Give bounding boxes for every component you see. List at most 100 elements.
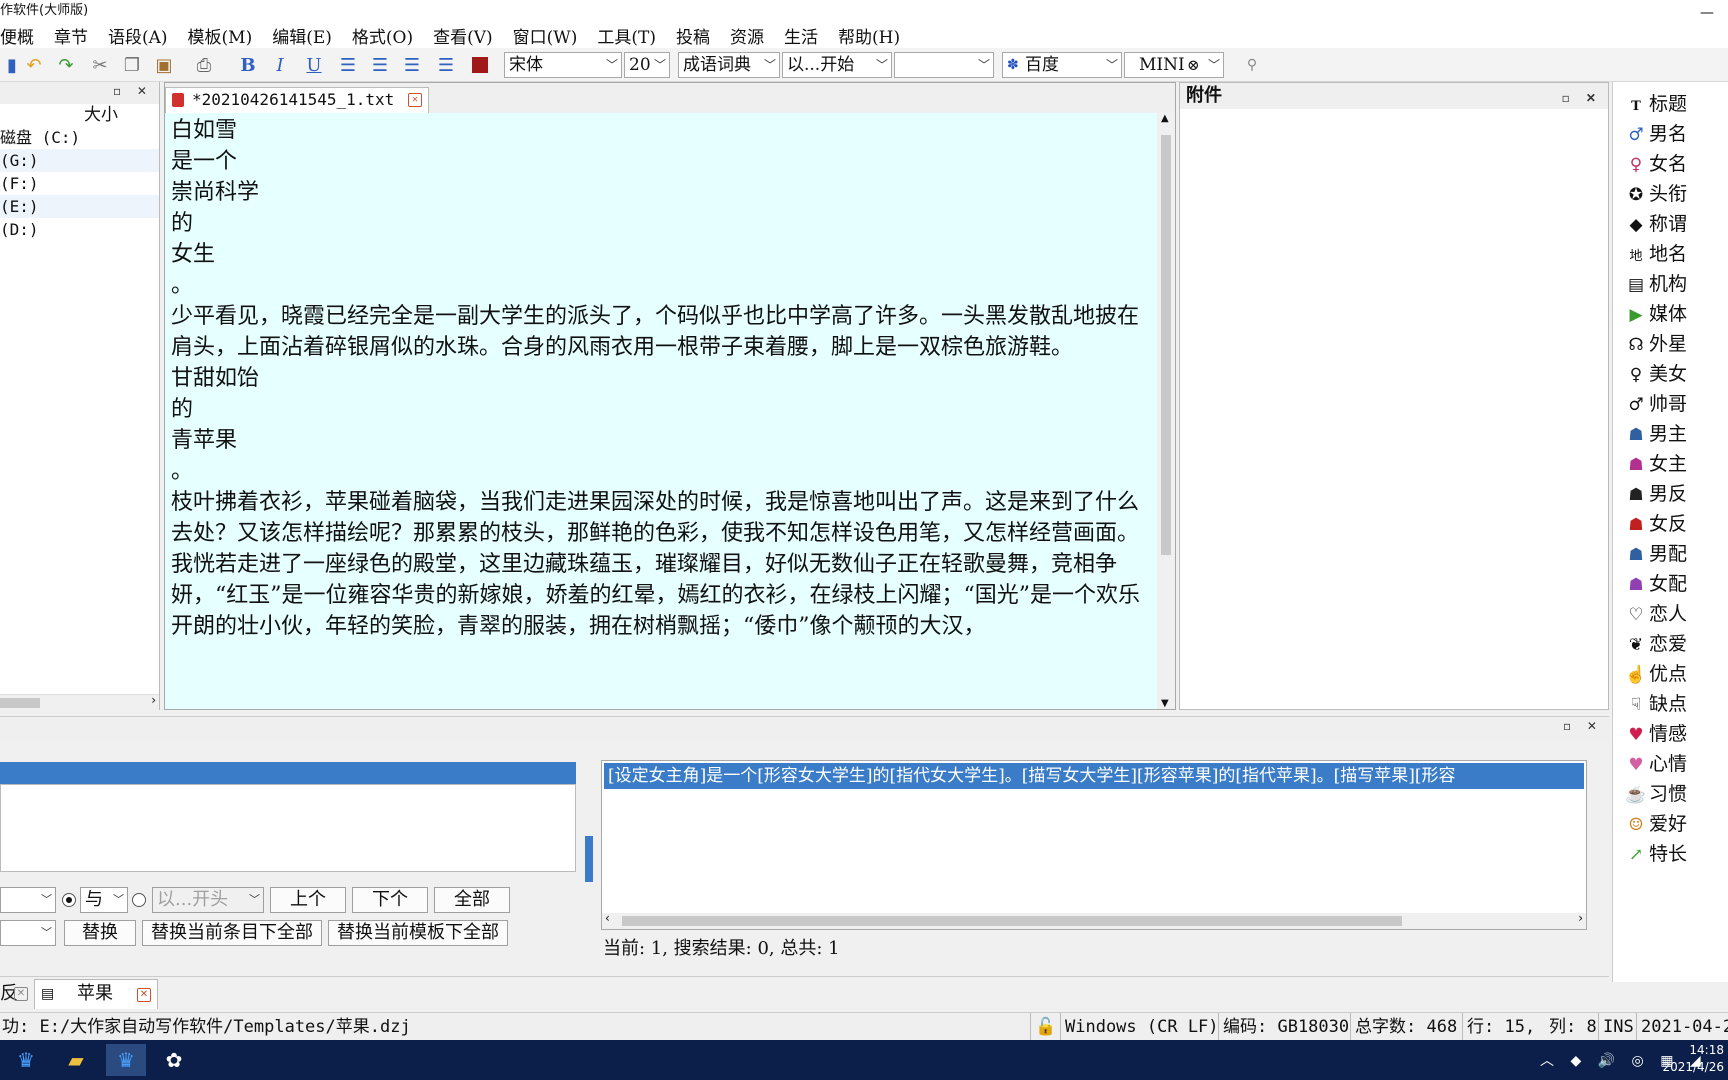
tag-item[interactable]: ♂ 帅哥 <box>1625 390 1687 418</box>
menu-item[interactable]: 资源 <box>720 23 774 48</box>
prev-button[interactable]: 上个 <box>270 887 346 913</box>
replace-template-all-button[interactable]: 替换当前模板下全部 <box>328 920 508 946</box>
scroll-thumb[interactable] <box>0 698 40 708</box>
menu-item[interactable]: 投稿 <box>666 23 720 48</box>
chevron-down-icon[interactable]: ▼ <box>1161 698 1169 709</box>
tag-item[interactable]: ☗ 男主 <box>1625 420 1687 448</box>
file-explorer-icon[interactable]: ▰ <box>56 1044 96 1076</box>
menu-item[interactable]: 帮助(H) <box>828 23 910 48</box>
tag-item[interactable]: ☺ 爱好 <box>1625 810 1687 838</box>
panel-controls[interactable]: ▫ ✕ <box>113 84 153 98</box>
chevron-right-icon[interactable]: › <box>151 693 156 707</box>
next-button[interactable]: 下个 <box>352 887 428 913</box>
panel-controls[interactable]: ▫ ✕ <box>1562 85 1602 111</box>
tag-item[interactable]: ♥ 情感 <box>1625 720 1687 748</box>
tag-item[interactable]: ✪ 头衔 <box>1625 180 1687 208</box>
panel-controls[interactable]: ▫ ✕ <box>1563 719 1603 733</box>
chevron-right-icon[interactable]: › <box>1578 911 1583 925</box>
replace-button[interactable]: 替换 <box>64 920 136 946</box>
menu-item[interactable]: 语段(A) <box>98 23 178 48</box>
size-select[interactable]: 20 ﹀ <box>624 52 670 78</box>
scroll-thumb[interactable] <box>622 916 1402 926</box>
copy-icon[interactable]: ❐ <box>120 53 144 77</box>
tag-item[interactable]: ◆ 称谓 <box>1625 210 1687 238</box>
replace-field-select[interactable]: ﹀ <box>0 920 56 946</box>
scroll-thumb[interactable] <box>1161 135 1171 555</box>
tag-item[interactable]: ☗ 女主 <box>1625 450 1687 478</box>
tag-item[interactable]: ☗ 女配 <box>1625 570 1687 598</box>
tag-item[interactable]: T 标题 <box>1625 90 1687 118</box>
close-tab-icon[interactable]: ✕ <box>14 987 28 1001</box>
clock[interactable]: 14:18 2021/4/26 <box>1662 1042 1724 1076</box>
search-icon[interactable]: ⚲ <box>1240 53 1264 77</box>
tag-item[interactable]: ♀ 女名 <box>1625 150 1687 178</box>
tag-item[interactable]: ❦ 恋爱 <box>1625 630 1687 658</box>
engine-select[interactable]: ✽ 百度 ﹀ <box>1002 52 1122 78</box>
replace-entry-all-button[interactable]: 替换当前条目下全部 <box>142 920 322 946</box>
lock-icon[interactable]: 🔓 <box>1030 1013 1060 1041</box>
justify-icon[interactable]: ☰ <box>434 53 458 77</box>
app-crown-active-icon[interactable]: ♛ <box>106 1044 146 1076</box>
align-left-icon[interactable]: ☰ <box>336 53 360 77</box>
dict-search-input[interactable]: ﹀ <box>894 52 994 78</box>
close-tab-icon[interactable]: ✕ <box>137 988 151 1002</box>
horizontal-scrollbar[interactable]: › <box>0 693 159 710</box>
font-select[interactable]: 宋体 ﹀ <box>504 52 622 78</box>
tag-item[interactable]: ☕ 习惯 <box>1625 780 1687 808</box>
menu-item[interactable]: 格式(O) <box>342 23 423 48</box>
tag-item[interactable]: ☝ 优点 <box>1625 660 1687 688</box>
chevron-up-icon[interactable]: ▲ <box>1161 113 1169 124</box>
tag-item[interactable]: ♥ 心情 <box>1625 750 1687 778</box>
tag-item[interactable]: ☊ 外星 <box>1625 330 1687 358</box>
tag-item[interactable]: ☗ 男配 <box>1625 540 1687 568</box>
horizontal-scrollbar[interactable]: ‹ › <box>602 911 1586 929</box>
menu-item[interactable]: 章节 <box>44 23 98 48</box>
align-right-icon[interactable]: ☰ <box>400 53 424 77</box>
undo-icon[interactable]: ↶ <box>22 53 46 77</box>
doc-tab-active[interactable]: ▤ 苹果 ✕ <box>34 979 158 1009</box>
tag-item[interactable]: ☗ 女反 <box>1625 510 1687 538</box>
tag-item[interactable]: ☟ 缺点 <box>1625 690 1687 718</box>
chevron-left-icon[interactable]: ‹ <box>605 911 610 925</box>
search-results[interactable]: [设定女主角]是一个[形容女大学生]的[指代女大学生]。[描写女大学生][形容苹… <box>601 760 1587 930</box>
close-tab-icon[interactable]: ✕ <box>408 93 422 107</box>
tag-item[interactable]: ▶ 媒体 <box>1625 300 1687 328</box>
drive-item[interactable]: (E:) <box>0 195 159 218</box>
tag-item[interactable]: 地地名 <box>1625 240 1687 268</box>
menu-item[interactable]: 模板(M) <box>178 23 263 48</box>
bold-button[interactable]: B <box>236 53 260 77</box>
menu-item[interactable]: 编辑(E) <box>262 23 342 48</box>
vertical-scrollbar[interactable]: ▲ ▼ <box>1157 113 1175 709</box>
entry-list[interactable] <box>0 784 576 872</box>
web-search-input[interactable]: MINI ⊗ ﹀ <box>1124 52 1224 78</box>
cut-icon[interactable]: ✂ <box>88 53 112 77</box>
doc-tab[interactable]: 反 ✕ <box>0 981 30 1009</box>
tag-item[interactable]: ▤ 机构 <box>1625 270 1687 298</box>
find-field-select[interactable]: ﹀ <box>0 887 56 913</box>
panel-splitter[interactable] <box>585 836 593 882</box>
tag-item[interactable]: ♂ 男名 <box>1625 120 1687 148</box>
drive-item[interactable]: 磁盘 (C:) <box>0 126 159 149</box>
dict-select[interactable]: 成语词典 ﹀ <box>678 52 780 78</box>
menu-item[interactable]: 查看(V) <box>423 23 503 48</box>
tag-item[interactable]: ♀ 美女 <box>1625 360 1687 388</box>
and-radio[interactable] <box>62 893 76 907</box>
tag-item[interactable]: ♡ 恋人 <box>1625 600 1687 628</box>
minimize-button[interactable]: — <box>1700 2 1714 24</box>
color-icon[interactable] <box>468 53 492 77</box>
align-center-icon[interactable]: ☰ <box>368 53 392 77</box>
match-radio[interactable] <box>132 893 146 907</box>
menu-item[interactable]: 便概 <box>0 23 44 48</box>
all-button[interactable]: 全部 <box>434 887 510 913</box>
print-icon[interactable]: ⎙ <box>192 53 216 77</box>
menu-item[interactable]: 工具(T) <box>587 23 666 48</box>
selected-list-row[interactable] <box>0 762 576 784</box>
clear-icon[interactable]: ⊗ <box>1187 53 1200 77</box>
tag-item[interactable]: ☗ 男反 <box>1625 480 1687 508</box>
save-icon[interactable]: ▮ <box>0 53 24 77</box>
editor-text-area[interactable]: 白如雪 是一个 崇尚科学 的 女生 。 少平看见，晓霞已经完全是一副大学生的派头… <box>165 113 1157 709</box>
menu-item[interactable]: 生活 <box>774 23 828 48</box>
underline-button[interactable]: U <box>302 53 326 77</box>
redo-icon[interactable]: ↷ <box>54 53 78 77</box>
logic-select[interactable]: 与 ﹀ <box>80 887 128 913</box>
